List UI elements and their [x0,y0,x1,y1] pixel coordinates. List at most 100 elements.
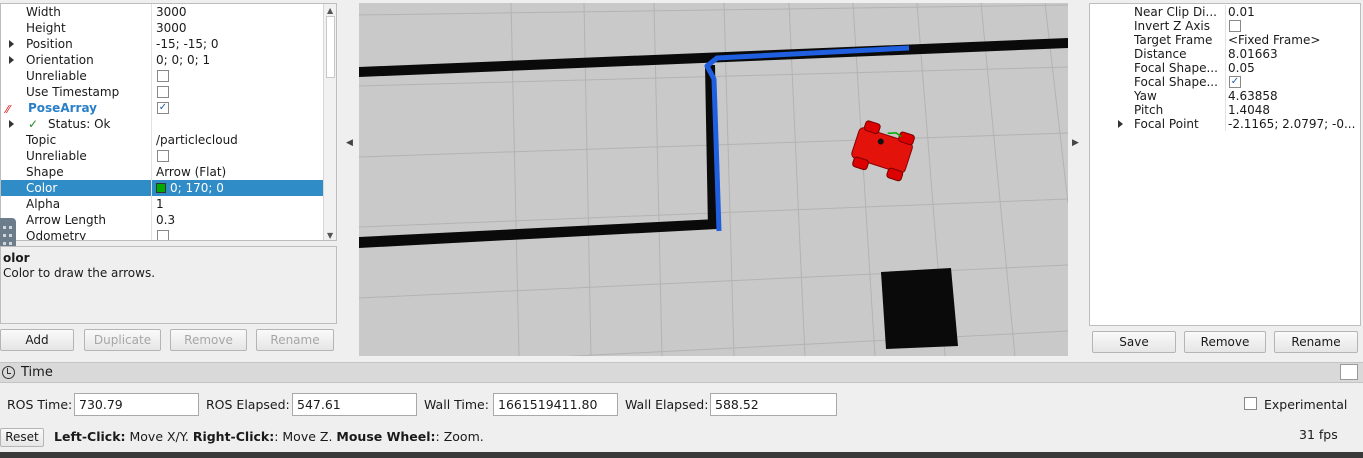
view-property-value[interactable]: 4.63858 [1228,89,1278,103]
property-value[interactable]: -15; -15; 0 [156,36,219,52]
displays-tree[interactable]: Width 3000 Height 3000 Position -15; -15; 0 Or… [0,3,337,241]
experimental-checkbox[interactable] [1244,397,1257,410]
view-property-name: Focal Point [1134,117,1199,131]
property-row[interactable]: Height 3000 [1,20,323,36]
time-panel-close-button[interactable] [1340,364,1358,380]
property-row[interactable]: Width 3000 [1,4,323,20]
property-name: Topic [26,133,57,147]
rename-view-button[interactable]: Rename [1274,331,1358,353]
column-divider [1225,33,1226,47]
property-checkbox[interactable]: ✓ [157,102,169,114]
view-property-name: Distance [1134,47,1187,61]
column-divider [1225,5,1226,19]
property-name: Color [26,181,58,195]
wall-time-label: Wall Time: [424,397,489,412]
left-click-text: Move X/Y. [125,429,193,444]
column-divider [1225,47,1226,61]
add-display-button[interactable]: Add [0,329,74,351]
collapse-right-arrow-icon[interactable]: ▶ [1072,138,1079,148]
column-divider [151,116,152,132]
view-property-row[interactable]: Distance 8.01663 [1090,47,1360,61]
property-name: Alpha [26,197,61,211]
save-view-button[interactable]: Save [1092,331,1176,353]
property-value[interactable]: 0; 170; 0 [156,180,224,196]
expand-arrow-icon[interactable] [9,40,14,48]
reset-button[interactable]: Reset [0,428,44,447]
property-value[interactable]: Arrow (Flat) [156,164,226,180]
view-property-checkbox[interactable] [1229,20,1241,32]
property-row[interactable]: Odometry [1,228,323,241]
property-checkbox[interactable] [157,230,169,240]
column-divider [1225,61,1226,75]
right-click-label: Right-Click: [192,429,275,444]
property-value[interactable]: 0.3 [156,212,175,228]
view-property-checkbox[interactable]: ✓ [1229,76,1241,88]
remove-view-button[interactable]: Remove [1184,331,1266,353]
property-row[interactable]: Shape Arrow (Flat) [1,164,323,180]
ros-elapsed-label: ROS Elapsed: [206,397,290,412]
property-row[interactable]: Topic/particlecloud [1,132,323,148]
view-property-row[interactable]: Pitch 1.4048 [1090,103,1360,117]
property-row[interactable]: ✓ Status: Ok [1,116,323,132]
property-row[interactable]: ⁄⁄ PoseArray ✓ [1,100,323,116]
views-tree[interactable]: Near Clip Di... 0.01 Invert Z Axis Target F… [1089,3,1361,326]
view-property-value[interactable]: -2.1165; 2.0797; -0... [1228,117,1355,131]
expand-arrow-icon[interactable] [9,56,14,64]
property-row[interactable]: Alpha 1 [1,196,323,212]
collapse-left-arrow-icon[interactable]: ◀ [346,138,353,148]
property-value[interactable]: 1 [156,196,164,212]
property-name: PoseArray [28,101,97,115]
duplicate-display-button[interactable]: Duplicate [84,329,161,351]
view-property-value[interactable]: <Fixed Frame> [1228,33,1320,47]
property-checkbox[interactable] [157,150,169,162]
view-property-row[interactable]: Focal Shape... ✓ [1090,75,1360,89]
view-property-row[interactable]: Yaw 4.63858 [1090,89,1360,103]
view-property-value[interactable]: 0.01 [1228,5,1255,19]
view-property-value[interactable]: 1.4048 [1228,103,1270,117]
expand-arrow-icon[interactable] [1118,120,1123,128]
view-property-value[interactable]: 8.01663 [1228,47,1278,61]
property-value[interactable]: 0; 0; 0; 1 [156,52,210,68]
displays-scrollbar[interactable]: ▲ ▼ [323,4,336,240]
3d-render-view[interactable] [359,3,1068,356]
color-swatch-icon [156,183,166,193]
property-value[interactable]: 3000 [156,4,187,20]
experimental-label: Experimental [1264,397,1348,412]
property-name: Use Timestamp [26,85,120,99]
ros-time-field[interactable]: 730.79 [74,393,199,416]
property-row[interactable]: Arrow Length 0.3 [1,212,323,228]
property-value[interactable]: 3000 [156,20,187,36]
column-divider [1225,117,1226,131]
expand-arrow-icon[interactable] [9,120,14,128]
ros-elapsed-field[interactable]: 547.61 [292,393,417,416]
right-click-text: : Move Z. [274,429,337,444]
view-property-row[interactable]: Focal Point -2.1165; 2.0797; -0... [1090,117,1360,131]
view-property-value[interactable]: 0.05 [1228,61,1255,75]
property-row[interactable]: Unreliable [1,68,323,84]
column-divider [151,132,152,148]
view-property-row[interactable]: Focal Shape... 0.05 [1090,61,1360,75]
property-row[interactable]: Orientation 0; 0; 0; 1 [1,52,323,68]
property-row[interactable]: Use Timestamp [1,84,323,100]
mouse-wheel-text: : Zoom. [435,429,484,444]
wall-time-field[interactable]: 1661519411.80 [493,393,618,416]
property-checkbox[interactable] [157,70,169,82]
view-property-row[interactable]: Invert Z Axis [1090,19,1360,33]
property-name: Shape [26,165,64,179]
scrollbar-thumb[interactable] [326,16,335,78]
view-property-row[interactable]: Target Frame <Fixed Frame> [1090,33,1360,47]
property-row[interactable]: Position -15; -15; 0 [1,36,323,52]
view-property-row[interactable]: Near Clip Di... 0.01 [1090,5,1360,19]
scroll-down-arrow-icon[interactable]: ▼ [327,231,333,240]
rename-display-button[interactable]: Rename [256,329,334,351]
property-checkbox[interactable] [157,86,169,98]
wall-elapsed-field[interactable]: 588.52 [710,393,837,416]
property-value[interactable]: /particlecloud [156,132,238,148]
property-name: Odometry [26,229,87,241]
column-divider [151,196,152,212]
property-row[interactable]: Unreliable [1,148,323,164]
property-row[interactable]: Color 0; 170; 0 [1,180,323,196]
scroll-up-arrow-icon[interactable]: ▲ [327,6,333,15]
column-divider [151,68,152,84]
remove-display-button[interactable]: Remove [170,329,247,351]
